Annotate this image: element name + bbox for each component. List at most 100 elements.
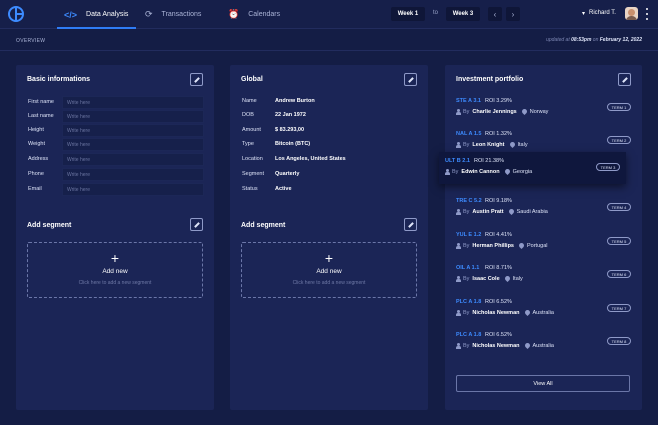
- row-value: Quarterly: [275, 171, 300, 177]
- field-label: Last name: [28, 113, 54, 119]
- owner-line: By Edwin Cannon Georgia: [445, 169, 532, 175]
- more-options-icon[interactable]: [645, 8, 649, 20]
- next-week-button[interactable]: ›: [506, 7, 520, 21]
- portfolio-item[interactable]: OIL A 1.1 ROI 8.71% By Isaac Cole Italy …: [456, 265, 631, 289]
- form-row-first-name: First name: [28, 96, 204, 109]
- person-icon: [456, 310, 461, 316]
- roi-value: ROI 4.41%: [485, 232, 512, 238]
- owner-name: Leon Knight: [472, 142, 505, 148]
- row-value: Andrew Burton: [275, 98, 315, 104]
- by-label: By: [463, 209, 470, 215]
- segment-title: Add segment: [241, 222, 286, 229]
- form-row-last-name: Last name: [28, 110, 204, 123]
- term-badge[interactable]: TERM 2: [607, 136, 631, 144]
- week-to-select[interactable]: Week 3: [446, 7, 480, 21]
- global-row-segment: Segment Quarterly: [242, 171, 412, 181]
- tab-transactions[interactable]: ⟳ Transactions: [145, 0, 201, 29]
- app-logo-icon[interactable]: [8, 6, 24, 22]
- roi-value: ROI 1.32%: [485, 131, 512, 137]
- global-panel: Global Name Andrew Burton DOB 22 Jan 197…: [230, 65, 428, 410]
- row-label: Name: [242, 98, 257, 104]
- avatar[interactable]: [625, 7, 638, 20]
- field-label: Phone: [28, 171, 44, 177]
- chevron-left-icon: ‹: [493, 9, 497, 19]
- owner-line: By Leon Knight Italy: [456, 142, 528, 148]
- term-badge[interactable]: TERM 5: [607, 237, 631, 245]
- form-row-phone: Phone: [28, 168, 204, 181]
- add-segment-dropzone[interactable]: + Add new Click here to add a new segmen…: [27, 242, 203, 298]
- portfolio-item[interactable]: YUL E 1.2 ROI 4.41% By Herman Phillips P…: [456, 232, 631, 256]
- portfolio-item[interactable]: PLC A 1.8 ROI 6.52% By Nicholas Newman A…: [456, 332, 631, 356]
- form-row-weight: Weight: [28, 138, 204, 151]
- portfolio-item-hovered[interactable]: ULT B 2.1 ROI 21.38% By Edwin Cannon Geo…: [439, 152, 626, 184]
- row-label: DOB: [242, 112, 254, 118]
- row-label: Amount: [242, 127, 261, 133]
- asset-code: TRE C 5.2: [456, 198, 482, 204]
- refresh-icon: ⟳: [145, 9, 153, 19]
- row-label: Segment: [242, 171, 265, 177]
- term-badge[interactable]: TERM 7: [607, 304, 631, 312]
- address-input[interactable]: [62, 153, 204, 166]
- term-badge[interactable]: TERM 6: [607, 270, 631, 278]
- global-row-type: Type Bitcoin (BTC): [242, 141, 412, 151]
- form-row-email: Email: [28, 183, 204, 196]
- portfolio-item[interactable]: TRE C 5.2 ROI 9.18% By Austin Pratt Saud…: [456, 198, 631, 222]
- location-pin-icon: [519, 243, 524, 249]
- email-input[interactable]: [62, 183, 204, 196]
- field-label: First name: [28, 99, 54, 105]
- asset-code: PLC A 1.8: [456, 299, 482, 305]
- edit-portfolio-button[interactable]: [618, 73, 631, 86]
- edit-segment-button[interactable]: [190, 218, 203, 231]
- asset-code: STE A 3.1: [456, 98, 481, 104]
- tab-label: Calendars: [248, 11, 281, 18]
- field-label: Weight: [28, 141, 46, 147]
- height-input[interactable]: [62, 124, 204, 137]
- person-icon: [456, 243, 461, 249]
- edit-global-button[interactable]: [404, 73, 417, 86]
- user-menu[interactable]: ▾ Richard T.: [582, 10, 616, 17]
- tab-data-analysis[interactable]: </> Data Analysis: [56, 0, 137, 29]
- location-pin-icon: [525, 343, 530, 349]
- form-row-height: Height: [28, 124, 204, 137]
- first-name-input[interactable]: [62, 96, 204, 109]
- term-badge[interactable]: TERM 1: [607, 103, 631, 111]
- investment-portfolio-panel: Investment portfolio STE A 3.1 ROI 3.29%…: [439, 65, 642, 410]
- plus-icon: +: [110, 250, 120, 266]
- add-new-label: Add new: [102, 268, 128, 275]
- by-label: By: [463, 142, 470, 148]
- panel-title: Global: [241, 76, 263, 83]
- roi-value: ROI 21.38%: [474, 158, 504, 164]
- term-badge[interactable]: TERM 4: [607, 203, 631, 211]
- sub-header: OVERVIEW updated at 08:53pm on February …: [0, 30, 658, 51]
- panel-title: Investment portfolio: [456, 76, 524, 83]
- location-pin-icon: [522, 109, 527, 115]
- last-name-input[interactable]: [62, 110, 204, 123]
- edit-segment-button[interactable]: [404, 218, 417, 231]
- owner-name: Nicholas Newman: [472, 310, 520, 316]
- phone-input[interactable]: [62, 168, 204, 181]
- tab-calendars[interactable]: ⏰ Calendars: [228, 0, 280, 29]
- panel-title: Basic informations: [27, 76, 91, 83]
- term-badge[interactable]: TERM 8: [607, 337, 631, 345]
- owner-location: Georgia: [512, 169, 533, 175]
- portfolio-item[interactable]: PLC A 1.8 ROI 6.52% By Nicholas Newman A…: [456, 299, 631, 323]
- portfolio-item[interactable]: STE A 3.1 ROI 3.29% By Charlie Jennings …: [456, 98, 631, 122]
- add-segment-dropzone[interactable]: + Add new Click here to add a new segmen…: [241, 242, 417, 298]
- by-label: By: [452, 169, 459, 175]
- global-row-location: Location Los Angeles, United States: [242, 156, 412, 166]
- week-from-select[interactable]: Week 1: [391, 7, 425, 21]
- add-new-hint: Click here to add a new segment: [78, 280, 152, 286]
- edit-basic-info-button[interactable]: [190, 73, 203, 86]
- view-all-button[interactable]: View All: [456, 375, 630, 392]
- term-badge[interactable]: TERM 3: [596, 163, 620, 171]
- owner-line: By Austin Pratt Saudi Arabia: [456, 209, 548, 215]
- roi-value: ROI 6.52%: [485, 332, 512, 338]
- by-label: By: [463, 343, 470, 349]
- tab-label: Data Analysis: [86, 11, 129, 18]
- owner-line: By Herman Phillips Portugal: [456, 243, 548, 249]
- weight-input[interactable]: [62, 138, 204, 151]
- roi-value: ROI 6.52%: [485, 299, 512, 305]
- location-pin-icon: [509, 209, 514, 215]
- row-label: Type: [242, 141, 254, 147]
- prev-week-button[interactable]: ‹: [488, 7, 502, 21]
